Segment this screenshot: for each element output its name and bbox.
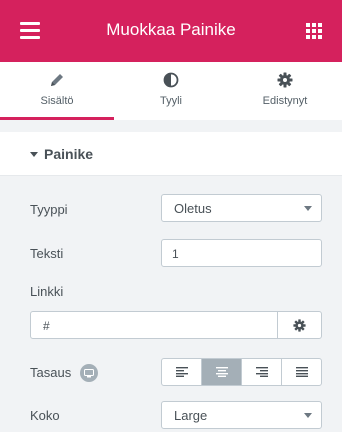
tab-advanced[interactable]: Edistynyt xyxy=(228,62,342,120)
type-select[interactable]: Oletus xyxy=(161,194,322,222)
link-value: # xyxy=(43,319,50,333)
alignment-control xyxy=(161,358,322,386)
align-right-icon[interactable] xyxy=(242,359,282,385)
section-toggle[interactable]: Painike xyxy=(0,132,342,176)
gear-icon xyxy=(293,318,306,332)
panel-title: Muokkaa Painike xyxy=(106,20,236,39)
text-value: 1 xyxy=(172,247,179,261)
link-label: Linkki xyxy=(30,284,64,299)
tab-label: Sisältö xyxy=(40,95,74,107)
size-label: Koko xyxy=(30,408,60,423)
section-title: Painike xyxy=(44,146,94,162)
text-input[interactable]: 1 xyxy=(161,239,322,267)
type-label: Tyyppi xyxy=(30,202,68,217)
caret-down-icon xyxy=(30,152,38,157)
editor-header: Muokkaa Painike xyxy=(0,0,342,62)
tab-style[interactable]: Tyyli xyxy=(114,62,228,120)
size-select[interactable]: Large xyxy=(161,401,322,429)
tab-label: Edistynyt xyxy=(262,95,308,107)
type-value: Oletus xyxy=(174,201,212,216)
chevron-down-icon xyxy=(304,206,312,211)
chevron-down-icon xyxy=(304,413,312,418)
link-options-button[interactable] xyxy=(277,312,321,338)
separator xyxy=(0,120,342,132)
tab-content[interactable]: Sisältö xyxy=(0,62,114,120)
grid-icon[interactable] xyxy=(306,23,322,39)
tab-bar: Sisältö Tyyli Edistynyt xyxy=(0,62,342,120)
alignment-label: Tasaus xyxy=(30,365,72,380)
text-label: Teksti xyxy=(30,246,64,261)
align-justify-icon[interactable] xyxy=(282,359,321,385)
half-circle-icon xyxy=(163,72,179,88)
align-left-icon[interactable] xyxy=(162,359,202,385)
pencil-icon xyxy=(51,74,63,86)
size-value: Large xyxy=(174,408,208,423)
link-input[interactable]: # xyxy=(30,311,322,339)
tab-label: Tyyli xyxy=(160,95,182,107)
align-center-icon[interactable] xyxy=(202,359,242,385)
responsive-icon[interactable] xyxy=(80,364,98,382)
gear-icon xyxy=(277,72,293,88)
